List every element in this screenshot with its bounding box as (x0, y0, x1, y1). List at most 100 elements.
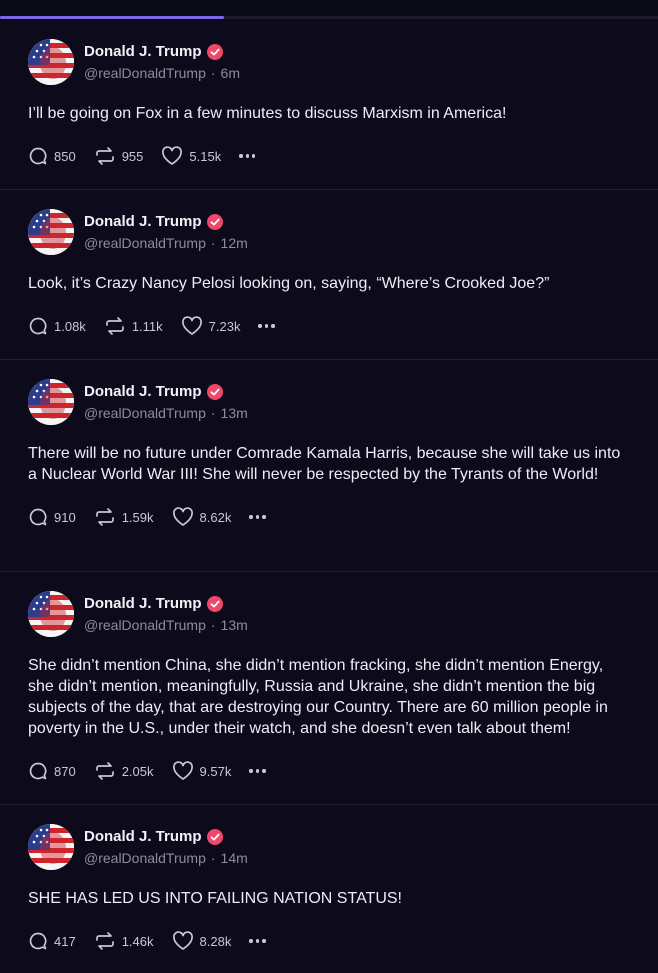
heart-icon (181, 316, 202, 335)
reply-button[interactable]: 910 (28, 507, 76, 527)
verified-badge-icon (206, 828, 223, 845)
like-count: 8.62k (199, 509, 232, 525)
reply-count: 417 (54, 933, 76, 949)
author-handle[interactable]: @realDonaldTrump (84, 617, 206, 633)
more-options-icon[interactable] (249, 515, 266, 519)
repost-icon (105, 317, 124, 335)
reply-count: 1.08k (54, 318, 86, 334)
post-text: There will be no future under Comrade Ka… (28, 445, 621, 483)
reply-icon (29, 932, 47, 950)
repost-button[interactable]: 1.11k (104, 316, 163, 336)
post-actions: 870 2.05k 9.57k (28, 759, 638, 783)
meta-separator: · (210, 850, 216, 866)
avatar[interactable] (28, 39, 74, 85)
post[interactable]: Donald J. Trump @realDonaldTrump · 12m Loo… (0, 190, 658, 360)
reply-icon (29, 508, 47, 526)
repost-icon (95, 508, 114, 526)
post-actions: 910 1.59k 8.62k (28, 505, 638, 529)
like-button[interactable]: 5.15k (161, 146, 221, 166)
post-time[interactable]: 14m (221, 850, 248, 866)
author-handle[interactable]: @realDonaldTrump (84, 235, 206, 251)
avatar-flag-icon (28, 39, 74, 85)
reply-button[interactable]: 417 (28, 931, 76, 951)
more-options-icon[interactable] (249, 769, 266, 773)
meta-separator: · (210, 65, 216, 81)
avatar[interactable] (28, 591, 74, 637)
like-button[interactable]: 8.28k (172, 931, 232, 951)
avatar-flag-icon (28, 209, 74, 255)
reply-icon (29, 147, 47, 165)
verified-badge-icon (206, 383, 223, 400)
repost-count: 2.05k (121, 763, 154, 779)
repost-button[interactable]: 1.46k (94, 931, 154, 951)
post-feed: Donald J. Trump @realDonaldTrump · 6m I’ll… (0, 20, 658, 973)
post-text: She didn’t mention China, she didn’t men… (28, 657, 608, 737)
more-options-icon[interactable] (249, 939, 266, 943)
meta-separator: · (210, 617, 216, 633)
repost-count: 955 (121, 148, 144, 164)
more-options-icon[interactable] (258, 324, 275, 328)
repost-icon (95, 762, 114, 780)
more-options-icon[interactable] (239, 154, 256, 158)
post-actions: 850 955 5.15k (28, 144, 638, 168)
author-handle[interactable]: @realDonaldTrump (84, 850, 206, 866)
like-button[interactable]: 8.62k (172, 507, 232, 527)
repost-button[interactable]: 1.59k (94, 507, 154, 527)
post[interactable]: Donald J. Trump @realDonaldTrump · 13m The… (0, 360, 658, 572)
avatar-flag-icon (28, 591, 74, 637)
post-text: Look, it’s Crazy Nancy Pelosi looking on… (28, 275, 550, 292)
like-button[interactable]: 7.23k (181, 316, 241, 336)
repost-button[interactable]: 955 (94, 146, 144, 166)
reply-button[interactable]: 1.08k (28, 316, 86, 336)
like-count: 7.23k (208, 318, 241, 334)
post-actions: 417 1.46k 8.28k (28, 929, 638, 953)
like-button[interactable]: 9.57k (172, 761, 232, 781)
post-time[interactable]: 6m (221, 65, 240, 81)
repost-icon (95, 932, 114, 950)
post-text: I’ll be going on Fox in a few minutes to… (28, 105, 507, 122)
post-text: SHE HAS LED US INTO FAILING NATION STATU… (28, 890, 402, 907)
verified-badge-icon (206, 595, 223, 612)
repost-count: 1.11k (131, 318, 163, 334)
repost-count: 1.46k (121, 933, 154, 949)
author-name[interactable]: Donald J. Trump (84, 213, 202, 230)
reply-button[interactable]: 870 (28, 761, 76, 781)
like-count: 5.15k (189, 148, 222, 164)
like-count: 8.28k (199, 933, 232, 949)
reply-count: 850 (54, 148, 76, 164)
post[interactable]: Donald J. Trump @realDonaldTrump · 6m I’ll… (0, 20, 658, 190)
avatar[interactable] (28, 379, 74, 425)
post-time[interactable]: 13m (221, 617, 248, 633)
repost-count: 1.59k (121, 509, 154, 525)
author-name[interactable]: Donald J. Trump (84, 595, 202, 612)
meta-separator: · (210, 405, 216, 421)
reply-count: 870 (54, 763, 76, 779)
repost-button[interactable]: 2.05k (94, 761, 154, 781)
author-handle[interactable]: @realDonaldTrump (84, 65, 206, 81)
avatar[interactable] (28, 209, 74, 255)
heart-icon (172, 761, 193, 780)
post[interactable]: Donald J. Trump @realDonaldTrump · 14m SHE… (0, 805, 658, 973)
author-name[interactable]: Donald J. Trump (84, 383, 202, 400)
author-name[interactable]: Donald J. Trump (84, 43, 202, 60)
post-time[interactable]: 12m (221, 235, 248, 251)
reply-icon (29, 762, 47, 780)
avatar-flag-icon (28, 824, 74, 870)
post-time[interactable]: 13m (221, 405, 248, 421)
author-name[interactable]: Donald J. Trump (84, 828, 202, 845)
post[interactable]: Donald J. Trump @realDonaldTrump · 13m She… (0, 572, 658, 805)
reply-button[interactable]: 850 (28, 146, 76, 166)
repost-icon (95, 147, 114, 165)
author-handle[interactable]: @realDonaldTrump (84, 405, 206, 421)
tab-bar (0, 0, 658, 20)
verified-badge-icon (206, 213, 223, 230)
meta-separator: · (210, 235, 216, 251)
heart-icon (172, 931, 193, 950)
active-tab-indicator (0, 16, 224, 19)
verified-badge-icon (206, 43, 223, 60)
avatar[interactable] (28, 824, 74, 870)
like-count: 9.57k (199, 763, 232, 779)
post-actions: 1.08k 1.11k 7.23k (28, 314, 638, 338)
reply-icon (29, 317, 47, 335)
avatar-flag-icon (28, 379, 74, 425)
